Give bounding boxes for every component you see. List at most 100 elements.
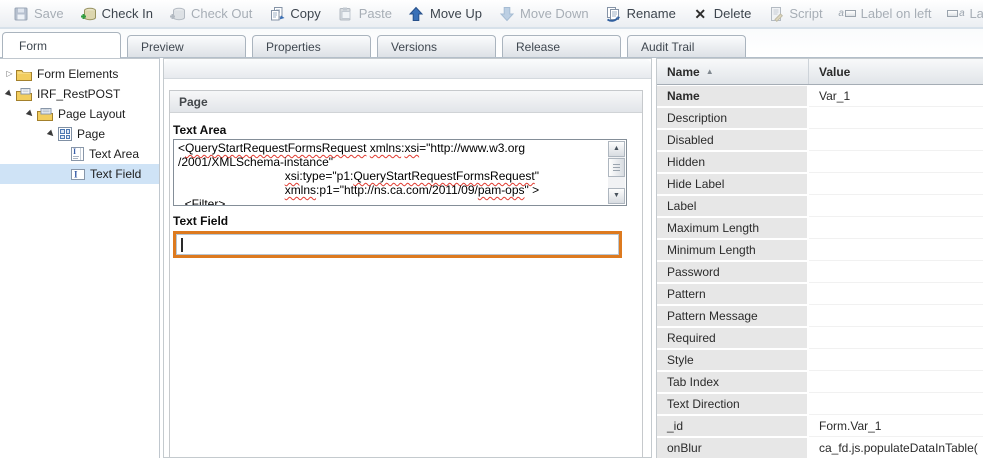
property-value-cell[interactable] xyxy=(809,327,983,349)
property-value-cell[interactable] xyxy=(809,195,983,217)
property-value-cell[interactable] xyxy=(809,173,983,195)
move-up-button[interactable]: Move Up xyxy=(400,3,490,25)
property-row[interactable]: Maximum Length xyxy=(657,217,983,239)
property-row[interactable]: Pattern xyxy=(657,283,983,305)
paste-label: Paste xyxy=(359,6,392,21)
script-button[interactable]: Script xyxy=(759,3,830,25)
property-value-cell[interactable] xyxy=(809,305,983,327)
property-row[interactable]: Label xyxy=(657,195,983,217)
property-row[interactable]: Tab Index xyxy=(657,371,983,393)
property-row[interactable]: Required xyxy=(657,327,983,349)
tree-item-text-field[interactable]: I Text Field xyxy=(0,164,159,184)
tab-preview-label: Preview xyxy=(141,40,184,54)
tree-item-text-area[interactable]: I Text Area xyxy=(0,144,159,164)
text-cursor xyxy=(181,238,183,252)
form-folder-icon xyxy=(16,88,32,101)
properties-panel: Name ▲ Value Name Var_1 Description Disa… xyxy=(656,58,983,458)
label-on-top-button[interactable]: a Label xyxy=(939,3,983,25)
property-row[interactable]: Hide Label xyxy=(657,173,983,195)
paste-button[interactable]: Paste xyxy=(329,3,400,25)
property-name-cell: Minimum Length xyxy=(657,240,807,260)
tree-item-label: Page xyxy=(77,127,105,141)
scrollbar-thumb[interactable] xyxy=(608,158,625,177)
tab-release[interactable]: Release xyxy=(502,35,621,57)
tab-audit-trail-label: Audit Trail xyxy=(641,40,694,54)
property-value-cell[interactable] xyxy=(809,151,983,173)
property-value-cell[interactable] xyxy=(809,129,983,151)
text-area-input[interactable]: <QueryStartRequestFormsRequest xmlns:xsi… xyxy=(173,139,627,206)
check-in-label: Check In xyxy=(102,6,153,21)
text-field-input[interactable] xyxy=(178,236,617,253)
check-in-button[interactable]: Check In xyxy=(72,3,161,25)
property-value-cell[interactable] xyxy=(809,371,983,393)
property-value-cell[interactable]: ca_fd.js.populateDataInTable( xyxy=(809,437,983,458)
page-container-header[interactable]: Page xyxy=(170,91,642,113)
property-name-cell: Required xyxy=(657,328,807,348)
delete-button[interactable]: ✕ Delete xyxy=(684,3,760,25)
property-value-cell[interactable] xyxy=(809,107,983,129)
property-value-cell[interactable] xyxy=(809,261,983,283)
tab-preview[interactable]: Preview xyxy=(127,35,246,57)
property-value-cell[interactable] xyxy=(809,393,983,415)
property-name-cell: Description xyxy=(657,108,807,128)
label-on-left-button[interactable]: a Label on left xyxy=(831,3,940,25)
expand-expanded-icon[interactable]: ▶ xyxy=(24,110,37,118)
property-name-cell: Label xyxy=(657,196,807,216)
rename-button[interactable]: Rename xyxy=(597,3,684,25)
property-row[interactable]: Minimum Length xyxy=(657,239,983,261)
property-row[interactable]: Disabled xyxy=(657,129,983,151)
move-down-button[interactable]: Move Down xyxy=(490,3,597,25)
text-field-icon: I xyxy=(71,169,85,180)
expand-expanded-icon[interactable]: ▶ xyxy=(3,90,16,98)
property-value-cell[interactable] xyxy=(809,283,983,305)
tree-item-page-layout[interactable]: ▶ Page Layout xyxy=(0,104,159,124)
move-down-icon xyxy=(498,6,515,22)
scrollbar-track[interactable] xyxy=(608,177,625,188)
property-value-cell[interactable] xyxy=(809,239,983,261)
tree-item-form-elements[interactable]: ▷ Form Elements xyxy=(0,64,159,84)
property-row[interactable]: Description xyxy=(657,107,983,129)
property-row[interactable]: _id Form.Var_1 xyxy=(657,415,983,437)
expand-expanded-icon[interactable]: ▶ xyxy=(45,130,58,138)
text-area-icon: I xyxy=(71,147,84,161)
property-row[interactable]: Text Direction xyxy=(657,393,983,415)
script-label: Script xyxy=(789,6,822,21)
page-container[interactable]: Page Text Area <QueryStartRequestFormsRe… xyxy=(169,90,643,458)
property-row[interactable]: Style xyxy=(657,349,983,371)
property-value-cell[interactable]: Form.Var_1 xyxy=(809,415,983,437)
tab-audit-trail[interactable]: Audit Trail xyxy=(627,35,746,57)
tab-versions[interactable]: Versions xyxy=(377,35,496,57)
xml-line: xmlns:p1="http://ns.ca.com/2011/09/pam-o… xyxy=(178,183,604,197)
move-up-icon xyxy=(408,6,425,22)
save-label: Save xyxy=(34,6,64,21)
property-row[interactable]: Pattern Message xyxy=(657,305,983,327)
xml-line: xsi:type="p1:QueryStartRequestFormsReque… xyxy=(178,169,604,183)
copy-icon xyxy=(268,6,285,22)
scroll-up-icon[interactable]: ▲ xyxy=(608,141,625,157)
scroll-down-icon[interactable]: ▼ xyxy=(608,188,625,204)
property-row[interactable]: onBlur ca_fd.js.populateDataInTable( xyxy=(657,437,983,458)
expand-collapsed-icon[interactable]: ▷ xyxy=(3,70,16,78)
property-value-cell[interactable] xyxy=(809,349,983,371)
property-value-cell[interactable]: Var_1 xyxy=(809,85,983,107)
tab-form[interactable]: Form xyxy=(2,32,121,58)
tree-item-irf-restpost[interactable]: ▶ IRF_RestPOST xyxy=(0,84,159,104)
property-value-cell[interactable] xyxy=(809,217,983,239)
textarea-scrollbar[interactable]: ▲ ▼ xyxy=(608,141,625,204)
check-out-button[interactable]: Check Out xyxy=(161,3,260,25)
property-name-cell: Maximum Length xyxy=(657,218,807,238)
save-button[interactable]: Save xyxy=(4,3,72,25)
tree-item-page[interactable]: ▶ Page xyxy=(0,124,159,144)
property-row[interactable]: Hidden xyxy=(657,151,983,173)
column-header-name[interactable]: Name ▲ xyxy=(657,59,809,84)
tab-properties[interactable]: Properties xyxy=(252,35,371,57)
check-out-label: Check Out xyxy=(191,6,252,21)
property-row[interactable]: Name Var_1 xyxy=(657,85,983,107)
tree-item-label: Text Field xyxy=(90,167,141,181)
folder-icon xyxy=(16,68,32,81)
property-name-cell: Hidden xyxy=(657,152,807,172)
label-on-left-label: Label on left xyxy=(861,6,932,21)
property-row[interactable]: Password xyxy=(657,261,983,283)
copy-button[interactable]: Copy xyxy=(260,3,328,25)
column-header-value[interactable]: Value xyxy=(809,59,983,84)
